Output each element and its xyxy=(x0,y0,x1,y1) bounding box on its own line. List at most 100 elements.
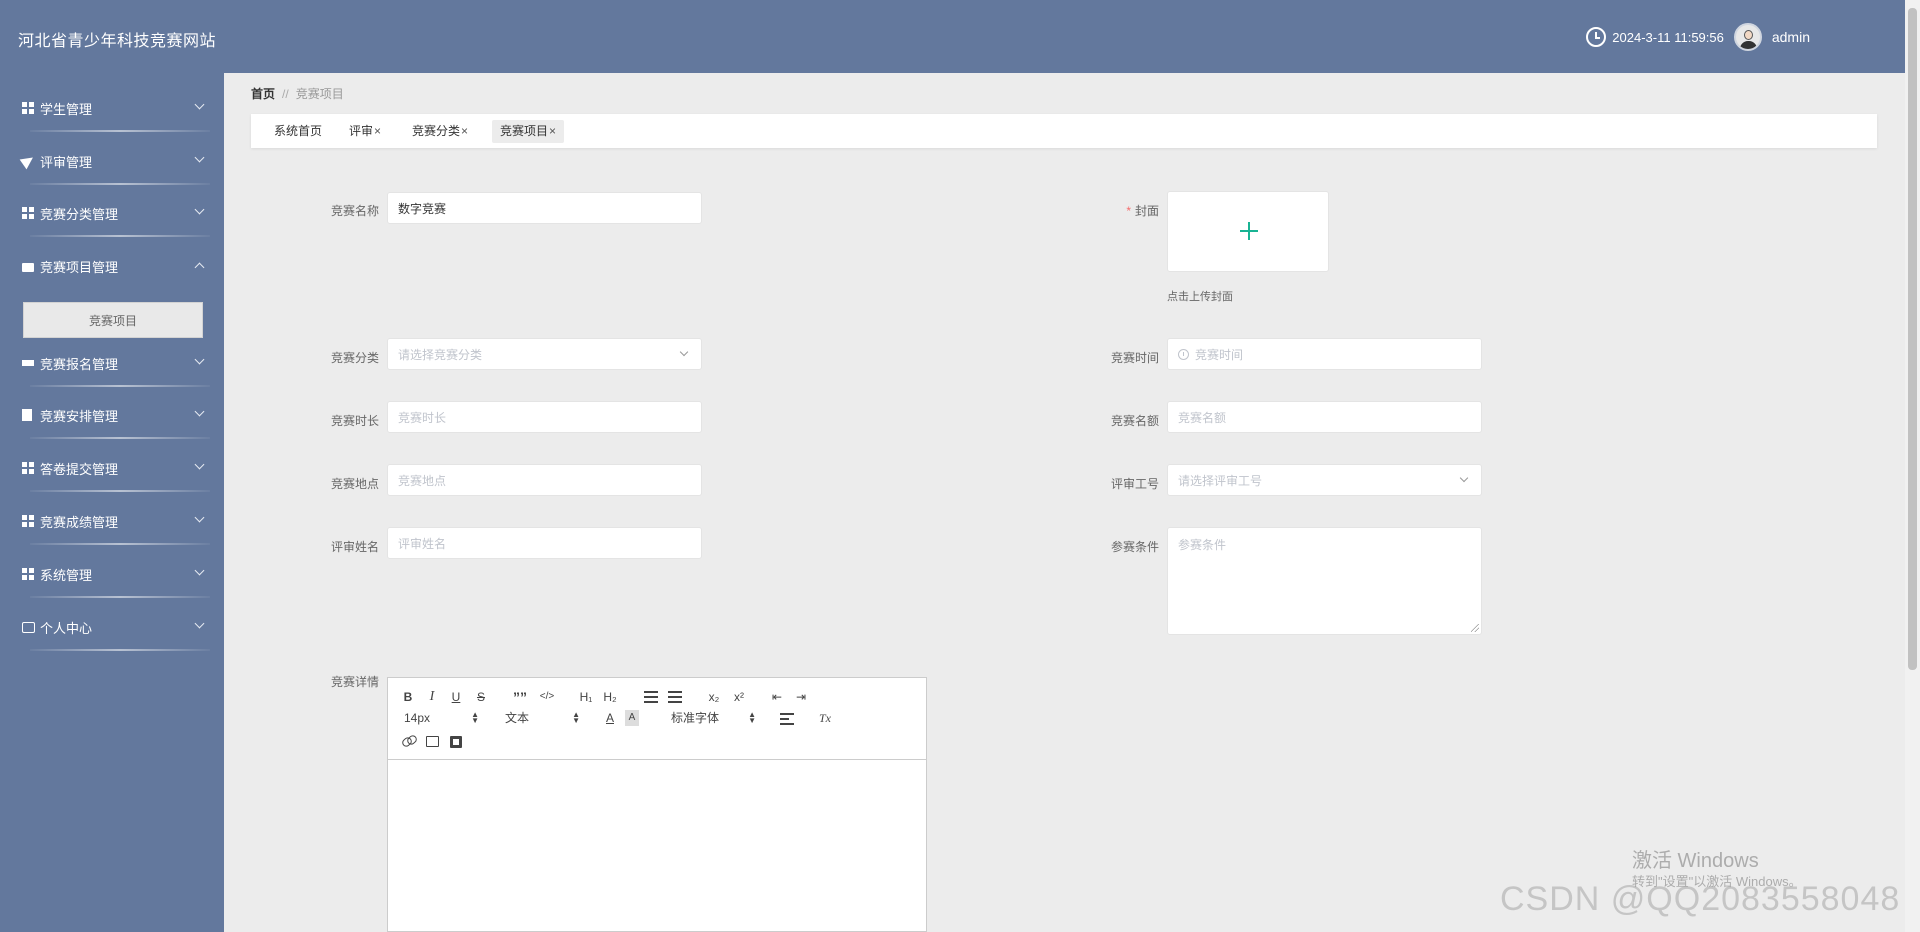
username[interactable]: admin xyxy=(1772,29,1810,45)
code-button[interactable]: </> xyxy=(538,689,556,705)
tab-label: 竞赛分类 xyxy=(412,124,461,138)
select-value: 14px xyxy=(404,711,431,725)
quota-input[interactable]: 竞赛名额 xyxy=(1167,401,1482,433)
page-scrollbar[interactable] xyxy=(1905,0,1920,932)
editor-content-area[interactable] xyxy=(388,760,926,932)
chevron-down-icon xyxy=(194,565,205,576)
briefcase-icon xyxy=(22,263,34,272)
sidebar-item-personal-center[interactable]: 个人中心 xyxy=(0,607,224,647)
quote-button[interactable]: ”” xyxy=(512,689,528,705)
site-title: 河北省青少年科技竞赛网站 xyxy=(18,33,217,50)
details-label: 竞赛详情 xyxy=(330,675,379,689)
strike-button[interactable]: S xyxy=(475,689,487,705)
sidebar-item-label: 竞赛项目管理 xyxy=(40,259,119,275)
menu-divider xyxy=(30,183,210,185)
chevron-down-icon xyxy=(1459,473,1469,483)
h1-button[interactable]: H₁ xyxy=(577,689,595,705)
align-icon[interactable] xyxy=(780,713,794,725)
sidebar-item-review-management[interactable]: 评审管理 xyxy=(0,141,224,181)
chevron-down-icon xyxy=(194,204,205,215)
stand-icon xyxy=(22,360,34,366)
input-placeholder: 竞赛地点 xyxy=(398,473,447,488)
clock-icon xyxy=(1586,27,1607,47)
tab-home[interactable]: 系统首页 xyxy=(266,120,330,143)
tab-category[interactable]: 竞赛分类× xyxy=(404,120,476,143)
sidebar-item-project-management[interactable]: 竞赛项目管理 xyxy=(0,246,224,286)
tab-label: 系统首页 xyxy=(274,124,323,138)
scrollbar-thumb[interactable] xyxy=(1908,8,1917,670)
menu-divider xyxy=(30,385,210,387)
duration-label: 竞赛时长 xyxy=(330,414,379,428)
cover-upload[interactable] xyxy=(1167,191,1329,272)
italic-button[interactable]: I xyxy=(426,689,438,705)
subscript-button[interactable]: x₂ xyxy=(706,689,722,705)
underline-button[interactable]: U xyxy=(450,689,462,705)
clear-format-button[interactable]: Tx xyxy=(817,710,833,726)
avatar[interactable] xyxy=(1733,23,1762,51)
tab-project[interactable]: 竞赛项目× xyxy=(492,120,565,143)
clipboard-icon xyxy=(22,409,32,421)
competition-time-picker[interactable]: 竞赛时间 xyxy=(1167,338,1482,370)
tabs-bar: 系统首页 评审× 竞赛分类× 竞赛项目× xyxy=(251,114,1877,148)
clock-icon xyxy=(1178,348,1189,360)
input-placeholder: 竞赛时长 xyxy=(398,410,447,425)
indent-button[interactable]: ⇥ xyxy=(794,689,808,705)
category-label: 竞赛分类 xyxy=(330,351,379,365)
font-size-select[interactable]: 14px ▲ ▼ xyxy=(404,710,479,726)
conditions-label: 参赛条件 xyxy=(1110,540,1159,554)
font-family-select[interactable]: 标准字体 ▲ ▼ xyxy=(671,710,756,726)
tab-label: 评审 xyxy=(349,124,374,138)
outdent-button[interactable]: ⇤ xyxy=(770,689,784,705)
breadcrumb-home[interactable]: 首页 xyxy=(251,87,275,101)
conditions-textarea[interactable]: 参赛条件 xyxy=(1167,527,1482,635)
close-icon[interactable]: × xyxy=(549,124,556,138)
windows-activation-title: 激活 Windows xyxy=(1632,850,1759,872)
sidebar: 学生管理 评审管理 竞赛分类管理 竞赛项目管理 竞赛项目 竞赛报名管理 竞赛安排… xyxy=(0,73,224,932)
text-style-select[interactable]: 文本 ▲ ▼ xyxy=(505,710,580,726)
close-icon[interactable]: × xyxy=(374,124,381,138)
duration-input[interactable]: 竞赛时长 xyxy=(387,401,702,433)
required-mark: * xyxy=(1126,204,1131,218)
sidebar-item-category-management[interactable]: 竞赛分类管理 xyxy=(0,193,224,233)
location-input[interactable]: 竞赛地点 xyxy=(387,464,702,496)
reviewer-id-select[interactable]: 请选择评审工号 xyxy=(1167,464,1482,496)
current-datetime: 2024-3-11 11:59:56 xyxy=(1612,29,1724,45)
chevron-down-icon xyxy=(194,354,205,365)
breadcrumb-separator: // xyxy=(282,87,289,101)
grid-icon xyxy=(22,102,34,114)
competition-name-input[interactable]: 数字竞赛 xyxy=(387,192,702,224)
sidebar-item-submission-management[interactable]: 答卷提交管理 xyxy=(0,448,224,488)
sidebar-item-system-management[interactable]: 系统管理 xyxy=(0,554,224,594)
plus-icon xyxy=(1240,222,1258,240)
menu-divider xyxy=(30,437,210,439)
sidebar-item-label: 评审管理 xyxy=(40,154,93,170)
sidebar-item-label: 学生管理 xyxy=(40,101,93,117)
chevron-down-icon xyxy=(194,512,205,523)
h2-button[interactable]: H₂ xyxy=(601,689,619,705)
resize-handle[interactable] xyxy=(1471,624,1479,632)
submenu-item-project[interactable]: 竞赛项目 xyxy=(23,302,203,338)
menu-divider xyxy=(30,543,210,545)
menu-divider xyxy=(30,490,210,492)
reviewer-name-input[interactable]: 评审姓名 xyxy=(387,527,702,559)
font-color-button[interactable]: A xyxy=(604,710,616,726)
sidebar-item-student-management[interactable]: 学生管理 xyxy=(0,88,224,128)
superscript-button[interactable]: x² xyxy=(731,689,747,705)
video-icon[interactable] xyxy=(450,736,462,748)
tab-review[interactable]: 评审× xyxy=(341,120,389,143)
bold-button[interactable]: B xyxy=(402,689,414,705)
close-icon[interactable]: × xyxy=(461,124,468,138)
reviewer-name-label: 评审姓名 xyxy=(330,540,379,554)
image-icon[interactable] xyxy=(426,736,439,747)
header-right: 2024-3-11 11:59:56 admin xyxy=(1586,22,1810,52)
sidebar-item-registration-management[interactable]: 竞赛报名管理 xyxy=(0,343,224,383)
link-icon[interactable] xyxy=(402,736,416,746)
sidebar-item-schedule-management[interactable]: 竞赛安排管理 xyxy=(0,395,224,435)
bullet-list-icon[interactable] xyxy=(668,691,682,703)
background-color-button[interactable]: A xyxy=(625,710,639,726)
category-select[interactable]: 请选择竞赛分类 xyxy=(387,338,702,370)
chevron-updown-icon: ▲ ▼ xyxy=(471,710,479,725)
ordered-list-icon[interactable] xyxy=(644,691,658,703)
rich-text-editor: B I U S ”” </> H₁ H₂ x₂ x² ⇤ ⇥ 14px ▲ ▼ 文本… xyxy=(387,677,927,932)
sidebar-item-score-management[interactable]: 竞赛成绩管理 xyxy=(0,501,224,541)
